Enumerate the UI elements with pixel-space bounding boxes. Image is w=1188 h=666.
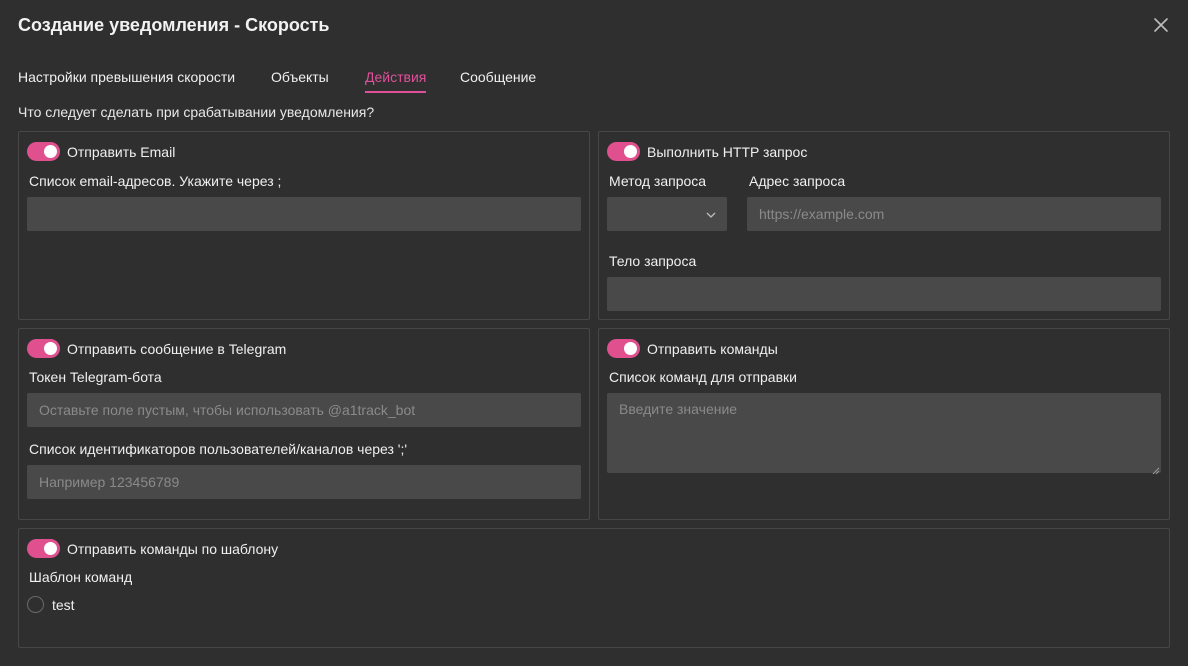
email-panel: Отправить Email Список email-адресов. Ук… [18,131,590,320]
commands-toggle-label: Отправить команды [647,340,778,357]
dialog-title: Создание уведомления - Скорость [18,15,330,35]
http-body-label: Тело запроса [609,253,697,269]
http-url-input[interactable] [747,197,1161,231]
resize-grip-icon[interactable] [1152,462,1160,478]
template-option[interactable]: test [27,596,75,613]
radio-button[interactable] [27,596,44,613]
tab-objects[interactable]: Объекты [271,69,329,91]
http-toggle-label: Выполнить HTTP запрос [647,143,808,160]
http-method-label: Метод запроса [609,173,707,189]
commands-panel: Отправить команды Список команд для отпр… [598,328,1170,520]
http-panel: Выполнить HTTP запрос Метод запроса Адре… [598,131,1170,320]
commands-list-textarea[interactable] [607,393,1161,473]
http-method-select[interactable] [607,197,727,231]
telegram-toggle-label: Отправить сообщение в Telegram [67,340,287,357]
commands-list-label: Список команд для отправки [609,369,797,385]
email-list-input[interactable] [27,197,581,231]
telegram-token-input[interactable] [27,393,581,427]
template-toggle-row: Отправить команды по шаблону [27,539,278,558]
tab-message[interactable]: Сообщение [460,69,536,91]
email-toggle[interactable] [27,142,60,161]
email-toggle-label: Отправить Email [67,143,176,160]
tab-speed-settings[interactable]: Настройки превышения скорости [18,69,235,91]
actions-question: Что следует сделать при срабатывании уве… [18,104,375,120]
template-label: Шаблон команд [29,569,133,585]
telegram-panel: Отправить сообщение в Telegram Токен Tel… [18,328,590,520]
toggle-knob [44,145,57,158]
telegram-toggle[interactable] [27,339,60,358]
toggle-knob [44,542,57,555]
toggle-knob [44,342,57,355]
email-toggle-row: Отправить Email [27,142,175,161]
telegram-ids-input[interactable] [27,465,581,499]
chevron-down-icon [705,208,717,224]
http-body-input[interactable] [607,277,1161,311]
http-url-label: Адрес запроса [749,173,846,189]
template-toggle-label: Отправить команды по шаблону [67,540,279,557]
tab-actions[interactable]: Действия [365,69,427,93]
template-panel: Отправить команды по шаблону Шаблон кома… [18,528,1170,648]
template-toggle[interactable] [27,539,60,558]
template-option-label: test [52,596,75,613]
telegram-token-label: Токен Telegram-бота [29,369,162,385]
telegram-toggle-row: Отправить сообщение в Telegram [27,339,286,358]
toggle-knob [624,145,637,158]
http-toggle[interactable] [607,142,640,161]
telegram-ids-label: Список идентификаторов пользователей/кан… [29,441,408,457]
email-list-label: Список email-адресов. Укажите через ; [29,173,282,189]
toggle-knob [624,342,637,355]
close-icon[interactable] [1151,15,1171,35]
commands-toggle-row: Отправить команды [607,339,778,358]
commands-toggle[interactable] [607,339,640,358]
http-toggle-row: Выполнить HTTP запрос [607,142,807,161]
